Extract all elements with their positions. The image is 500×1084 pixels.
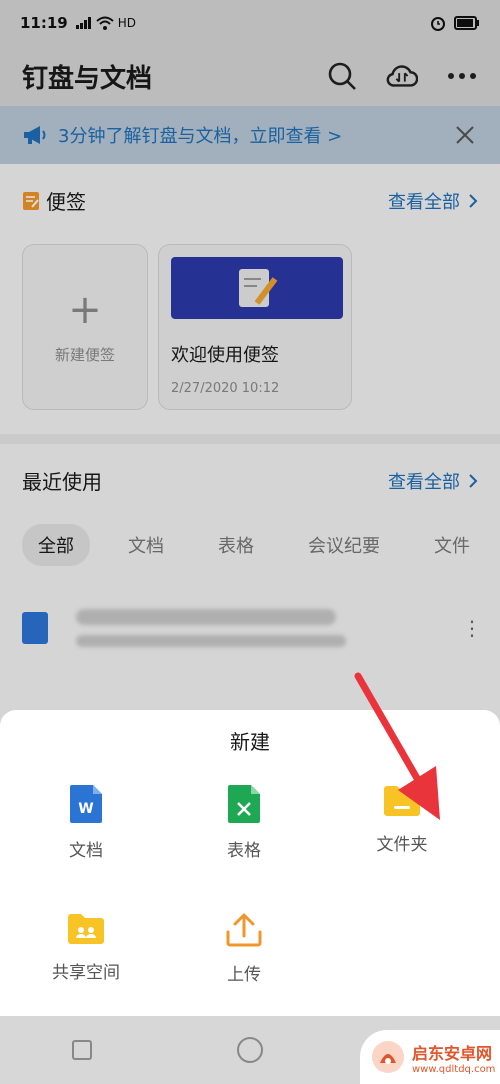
- close-icon: [456, 126, 474, 144]
- create-sheet-button[interactable]: 表格: [184, 784, 304, 861]
- filter-tab-sheets[interactable]: 表格: [202, 524, 270, 566]
- megaphone-icon: [24, 126, 46, 144]
- notes-title: 便签: [46, 190, 86, 214]
- section-divider: [0, 434, 500, 444]
- list-item[interactable]: ⋮: [22, 596, 482, 660]
- watermark-logo-icon: [372, 1041, 404, 1073]
- banner-text[interactable]: 3分钟了解钉盘与文档，立即查看 >: [58, 122, 342, 148]
- doc-icon: W: [70, 785, 102, 823]
- app-header: 钉盘与文档: [0, 46, 500, 106]
- more-button[interactable]: [446, 60, 478, 92]
- note-icon: [23, 191, 39, 210]
- recent-section-header: 最近使用 查看全部: [22, 466, 478, 495]
- new-note-label: 新建便签: [54, 345, 115, 364]
- blurred-filename: [76, 609, 336, 625]
- create-shared-space-button[interactable]: 共享空间: [26, 912, 146, 983]
- network-label: HD: [117, 16, 137, 30]
- svg-text:W: W: [78, 801, 93, 817]
- filter-tab-all[interactable]: 全部: [22, 524, 90, 566]
- welcome-note-date: 2/27/2020 10:12: [171, 381, 280, 396]
- recent-title: 最近使用: [22, 470, 102, 494]
- wifi-icon: [96, 16, 114, 30]
- upload-icon: [226, 913, 262, 947]
- home-icon[interactable]: [236, 1036, 264, 1064]
- banner-close-button[interactable]: [452, 122, 478, 148]
- filter-tab-docs[interactable]: 文档: [112, 524, 180, 566]
- note-edit-icon: [239, 269, 278, 307]
- create-doc-button[interactable]: W 文档: [26, 784, 146, 861]
- sheet-title: 新建: [230, 730, 270, 754]
- note-thumbnail: [171, 257, 343, 319]
- notes-see-all-link[interactable]: 查看全部: [388, 188, 478, 214]
- more-icon: [448, 73, 476, 79]
- alarm-icon: [431, 17, 445, 31]
- page-title: 钉盘与文档: [22, 63, 153, 94]
- create-folder-button[interactable]: 文件夹: [342, 784, 462, 855]
- battery-icon: [454, 16, 479, 30]
- doc-file-icon: [22, 612, 48, 644]
- welcome-note-title: 欢迎使用便签: [171, 345, 279, 366]
- recent-see-all-link[interactable]: 查看全部: [388, 468, 478, 494]
- promo-banner[interactable]: 3分钟了解钉盘与文档，立即查看 >: [0, 106, 500, 164]
- notes-section-header: 便签 查看全部: [22, 186, 478, 215]
- filter-tab-minutes[interactable]: 会议纪要: [292, 524, 396, 566]
- sheet-icon: [228, 785, 260, 823]
- plus-icon: +: [68, 286, 102, 333]
- status-bar: 11:19 HD: [0, 0, 500, 46]
- chevron-right-icon: [469, 473, 478, 488]
- cloud-transfer-icon: [386, 65, 418, 87]
- cloud-transfer-button[interactable]: [386, 60, 418, 92]
- new-note-card[interactable]: + 新建便签: [22, 244, 148, 410]
- recent-apps-icon[interactable]: [71, 1039, 93, 1061]
- watermark-url: www.qdltdq.com: [412, 1063, 496, 1075]
- search-icon: [328, 62, 356, 90]
- shared-folder-icon: [68, 914, 104, 944]
- watermark-name: 启东安卓网: [412, 1043, 493, 1063]
- more-vertical-icon[interactable]: ⋮: [462, 616, 482, 640]
- chevron-right-icon: [469, 193, 478, 208]
- create-bottom-sheet: 新建 W 文档 表格 文件夹 共享空间 上传: [0, 710, 500, 1016]
- blurred-file-meta: [76, 635, 346, 647]
- folder-icon: [384, 786, 420, 816]
- filter-tab-files[interactable]: 文件: [418, 524, 486, 566]
- signal-icon: [75, 17, 91, 29]
- status-time: 11:19: [20, 14, 68, 32]
- welcome-note-card[interactable]: 欢迎使用便签 2/27/2020 10:12: [158, 244, 352, 410]
- upload-button[interactable]: 上传: [184, 912, 304, 985]
- watermark-badge: 启东安卓网 www.qdltdq.com: [360, 1030, 500, 1084]
- search-button[interactable]: [326, 60, 358, 92]
- recent-filter-tabs: 全部 文档 表格 会议纪要 文件: [22, 524, 486, 566]
